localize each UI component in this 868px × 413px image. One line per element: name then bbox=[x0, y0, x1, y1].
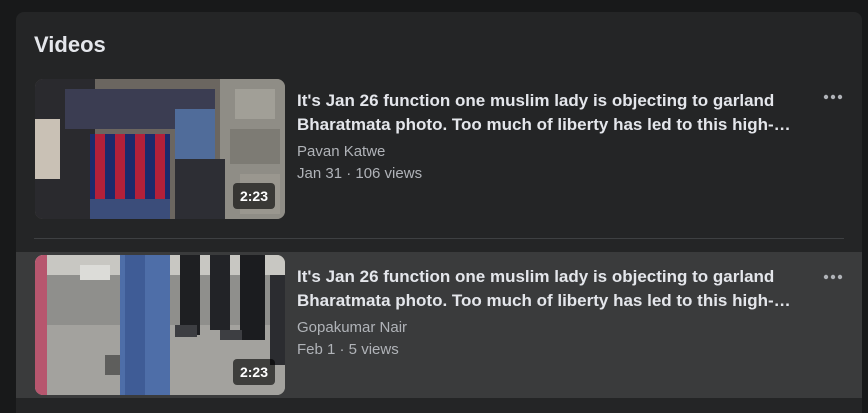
video-author[interactable]: Gopakumar Nair bbox=[297, 318, 407, 338]
divider bbox=[34, 238, 844, 239]
video-author[interactable]: Pavan Katwe bbox=[297, 142, 385, 162]
video-meta: Feb 1 · 5 views bbox=[297, 341, 399, 358]
more-options-button[interactable] bbox=[820, 264, 846, 290]
video-thumbnail[interactable]: 2:23 bbox=[35, 255, 285, 395]
more-horizontal-icon bbox=[823, 94, 843, 100]
video-thumbnail[interactable]: 2:23 bbox=[35, 79, 285, 219]
video-title[interactable]: It's Jan 26 function one muslim lady is … bbox=[297, 265, 807, 313]
video-row[interactable]: 2:23 It's Jan 26 function one muslim lad… bbox=[16, 252, 862, 398]
video-title[interactable]: It's Jan 26 function one muslim lady is … bbox=[297, 89, 807, 137]
section-title: Videos bbox=[34, 32, 106, 57]
video-duration: 2:23 bbox=[232, 183, 275, 209]
more-horizontal-icon bbox=[823, 274, 843, 280]
more-options-button[interactable] bbox=[820, 84, 846, 110]
video-meta: Jan 31 · 106 views bbox=[297, 165, 423, 182]
videos-card: Videos 2:23 It's Jan 26 function one mus… bbox=[16, 12, 862, 413]
video-duration: 2:23 bbox=[232, 359, 275, 385]
video-row[interactable]: 2:23 It's Jan 26 function one muslim lad… bbox=[16, 76, 862, 222]
